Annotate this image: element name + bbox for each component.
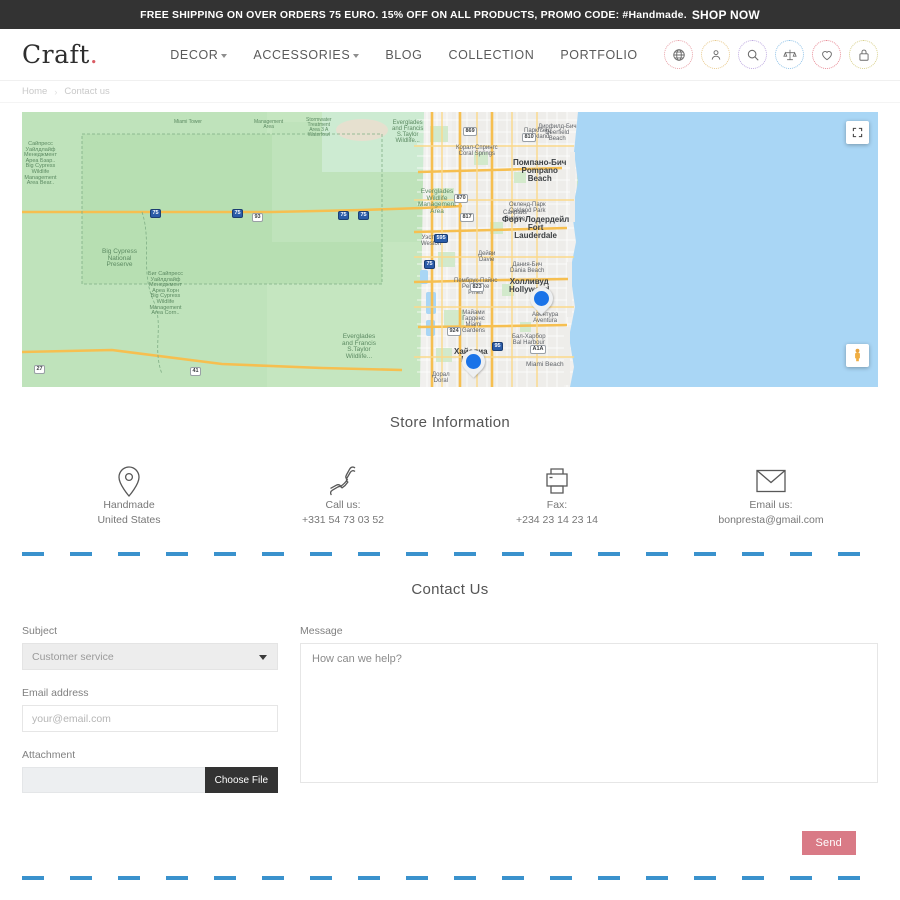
store-information-title: Store Information [389, 414, 511, 431]
promo-banner: FREE SHIPPING ON OVER ORDERS 75 EURO. 15… [0, 0, 900, 29]
user-icon[interactable] [701, 40, 730, 69]
location-pin-icon [116, 464, 142, 498]
attachment-file-row: Choose File [22, 767, 278, 793]
site-header: Craft. DECOR ACCESSORIES BLOG COLLECTION… [0, 29, 900, 81]
globe-icon[interactable] [664, 40, 693, 69]
phone-icon [328, 464, 358, 498]
store-information-grid: Handmade United States Call us: +331 54 … [22, 464, 878, 528]
main-navigation: DECOR ACCESSORIES BLOG COLLECTION PORTFO… [170, 48, 638, 62]
logo-dot: . [89, 40, 99, 69]
decorative-divider-top [22, 550, 878, 557]
nav-label: BLOG [385, 47, 423, 62]
header-icon-group [664, 40, 878, 69]
store-info-line1: Fax: [546, 499, 568, 511]
message-label: Message [300, 625, 343, 637]
nav-item-decor[interactable]: DECOR [170, 47, 228, 62]
chevron-down-icon [353, 53, 360, 58]
subject-field-block: Subject Customer service [22, 625, 278, 670]
store-info-line2: +331 54 73 03 52 [301, 514, 385, 526]
choose-file-button[interactable]: Choose File [204, 767, 278, 793]
store-info-line1: Email us: [749, 499, 793, 511]
subject-select[interactable]: Customer service [22, 643, 278, 670]
nav-label: DECOR [170, 47, 219, 62]
nav-label: PORTFOLIO [560, 47, 638, 62]
store-info-line2: United States [97, 514, 161, 526]
contact-form: Subject Customer service Email address A… [22, 625, 878, 810]
nav-item-blog[interactable]: BLOG [385, 48, 422, 62]
store-info-line2: bonpresta@gmail.com [718, 514, 824, 526]
promo-text: FREE SHIPPING ON OVER ORDERS 75 EURO. 15… [140, 8, 687, 21]
email-input[interactable] [22, 705, 278, 732]
map-fullscreen-button[interactable] [846, 121, 869, 144]
cart-lock-icon[interactable] [849, 40, 878, 69]
store-info-email: Email us: bonpresta@gmail.com [664, 464, 878, 528]
shop-now-link[interactable]: SHOP NOW [692, 8, 760, 22]
pegman-icon [855, 348, 860, 362]
chevron-down-icon [221, 53, 228, 58]
email-field-block: Email address [22, 687, 278, 732]
envelope-icon [755, 464, 787, 498]
store-info-line2: +234 23 14 23 14 [515, 514, 599, 526]
nav-item-collection[interactable]: COLLECTION [448, 48, 534, 62]
chevron-down-icon [259, 654, 267, 660]
store-location-map[interactable]: Сайпресс Уайлдлайф Менеджмент Ареа Бзар.. Bi… [22, 112, 878, 387]
message-textarea[interactable] [300, 643, 878, 783]
send-button[interactable]: Send [801, 831, 856, 855]
store-info-fax: Fax: +234 23 14 23 14 [450, 464, 664, 528]
compare-icon[interactable] [775, 40, 804, 69]
logo-text: Craft [22, 40, 90, 69]
contact-form-right-column: Message [300, 625, 878, 810]
map-base-imagery [22, 112, 878, 387]
site-logo[interactable]: Craft. [22, 40, 98, 69]
store-info-line1: Call us: [325, 499, 361, 511]
store-information-section: Store Information Handmade United States… [0, 387, 900, 528]
breadcrumb-home[interactable]: Home [22, 86, 47, 97]
store-info-line1: Handmade [103, 499, 155, 511]
breadcrumb-current: Contact us [64, 86, 110, 97]
attachment-label: Attachment [22, 749, 76, 761]
subject-label: Subject [22, 625, 58, 637]
decorative-divider-bottom [22, 874, 878, 881]
attachment-field-block: Attachment Choose File [22, 749, 278, 793]
email-label: Email address [22, 687, 89, 699]
nav-label: COLLECTION [448, 47, 535, 62]
send-button-row: Send [22, 831, 878, 855]
search-icon[interactable] [738, 40, 767, 69]
breadcrumb: Home › Contact us [0, 81, 900, 103]
nav-item-portfolio[interactable]: PORTFOLIO [560, 48, 637, 62]
breadcrumb-separator: › [54, 86, 58, 97]
nav-item-accessories[interactable]: ACCESSORIES [253, 47, 360, 62]
wishlist-icon[interactable] [812, 40, 841, 69]
fax-printer-icon [543, 464, 571, 498]
contact-form-left-column: Subject Customer service Email address A… [22, 625, 278, 810]
contact-us-title: Contact Us [411, 581, 489, 598]
nav-label: ACCESSORIES [253, 47, 351, 62]
store-info-address: Handmade United States [22, 464, 236, 528]
subject-selected-value: Customer service [32, 650, 114, 663]
attachment-file-name [22, 767, 205, 793]
map-pegman-streetview-button[interactable] [846, 344, 869, 367]
store-info-phone: Call us: +331 54 73 03 52 [236, 464, 450, 528]
contact-us-section: Contact Us Subject Customer service Emai… [0, 557, 900, 855]
